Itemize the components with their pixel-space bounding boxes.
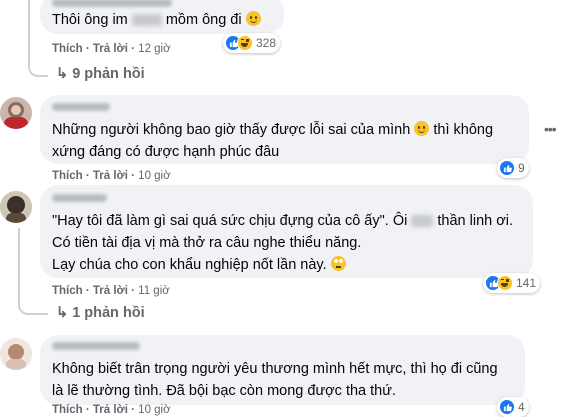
comment-author-3[interactable] [52, 194, 107, 202]
reply-arrow-icon: ↳ [56, 66, 73, 82]
comment-text-3-line3: Lạy chúa cho con khẩu nghiệp nốt lần này… [52, 254, 346, 276]
comment-author-2[interactable] [52, 103, 110, 111]
comment-time[interactable]: 12 giờ [138, 43, 170, 55]
reaction-summary-2[interactable]: 9 [497, 158, 529, 178]
avatar[interactable] [0, 97, 32, 129]
like-button[interactable]: Thích [52, 170, 83, 182]
reaction-count-3: 141 [516, 276, 537, 290]
like-reaction-icon [499, 160, 515, 176]
reply-thread-connector-3 [18, 298, 48, 315]
reaction-summary-3[interactable]: 141 [483, 273, 541, 293]
comment-actions-4: Thích · Trả lời · 10 giờ [52, 404, 171, 416]
like-button[interactable]: Thích [52, 404, 83, 416]
comment-time[interactable]: 10 giờ [138, 170, 170, 182]
comment-text-3: "Hay tôi đã làm gì sai quá sức chịu đựng… [52, 213, 513, 229]
reaction-summary-4[interactable]: 4 [497, 397, 529, 417]
comment-time[interactable]: 11 giờ [138, 285, 170, 297]
reply-button[interactable]: Trả lời [93, 285, 128, 297]
haha-reaction-icon [237, 35, 253, 51]
reaction-count-1: 328 [256, 36, 277, 50]
avatar[interactable] [0, 191, 32, 223]
smile-emoji-icon [245, 11, 261, 26]
comment-text-4-line2: là lẽ thường tình. Đã bội bạc còn mong đ… [52, 383, 396, 399]
reaction-count-2: 9 [518, 161, 525, 175]
reaction-count-4: 4 [518, 400, 525, 414]
comment-text-3-line2: Có tiền tài địa vị mà thở ra câu nghe th… [52, 235, 362, 251]
censored-word [131, 14, 162, 27]
comment-author-4[interactable] [52, 342, 140, 350]
comment-author-1[interactable] [52, 0, 172, 7]
smile-emoji-icon [414, 121, 430, 136]
reply-arrow-icon: ↳ [56, 305, 73, 321]
comment-actions-1: Thích · Trả lời · 12 giờ [52, 43, 171, 55]
comment-text-4: Không biết trân trọng người yêu thương m… [52, 361, 498, 377]
more-horizontal-icon[interactable]: ••• [544, 121, 557, 137]
haha-reaction-icon [497, 275, 513, 291]
like-reaction-icon [499, 399, 515, 415]
rolling-eyes-emoji-icon [330, 256, 346, 271]
thread-line-top [28, 0, 30, 64]
view-replies-1[interactable]: ↳ 9 phản hồi [56, 66, 145, 82]
comment-text-2: Những người không bao giờ thấy được lỗi … [52, 121, 494, 138]
reply-button[interactable]: Trả lời [93, 43, 128, 55]
comment-text-2-line2: xứng đáng có được hạnh phúc đâu [52, 144, 280, 160]
comment-text-1: Thôi ông im mồm ông đi [52, 9, 261, 31]
like-button[interactable]: Thích [52, 43, 83, 55]
comment-actions-3: Thích · Trả lời · 11 giờ [52, 285, 170, 297]
like-button[interactable]: Thích [52, 285, 83, 297]
avatar[interactable] [0, 338, 32, 370]
censored-word [411, 215, 434, 228]
reaction-summary-1[interactable]: 328 [223, 33, 281, 53]
reply-thread-connector [28, 58, 48, 77]
comment-time[interactable]: 10 giờ [138, 404, 170, 416]
view-replies-3[interactable]: ↳ 1 phản hồi [56, 305, 145, 321]
thread-line-3 [18, 228, 20, 308]
comment-actions-2: Thích · Trả lời · 10 giờ [52, 170, 171, 182]
reply-button[interactable]: Trả lời [93, 170, 128, 182]
reply-button[interactable]: Trả lời [93, 404, 128, 416]
